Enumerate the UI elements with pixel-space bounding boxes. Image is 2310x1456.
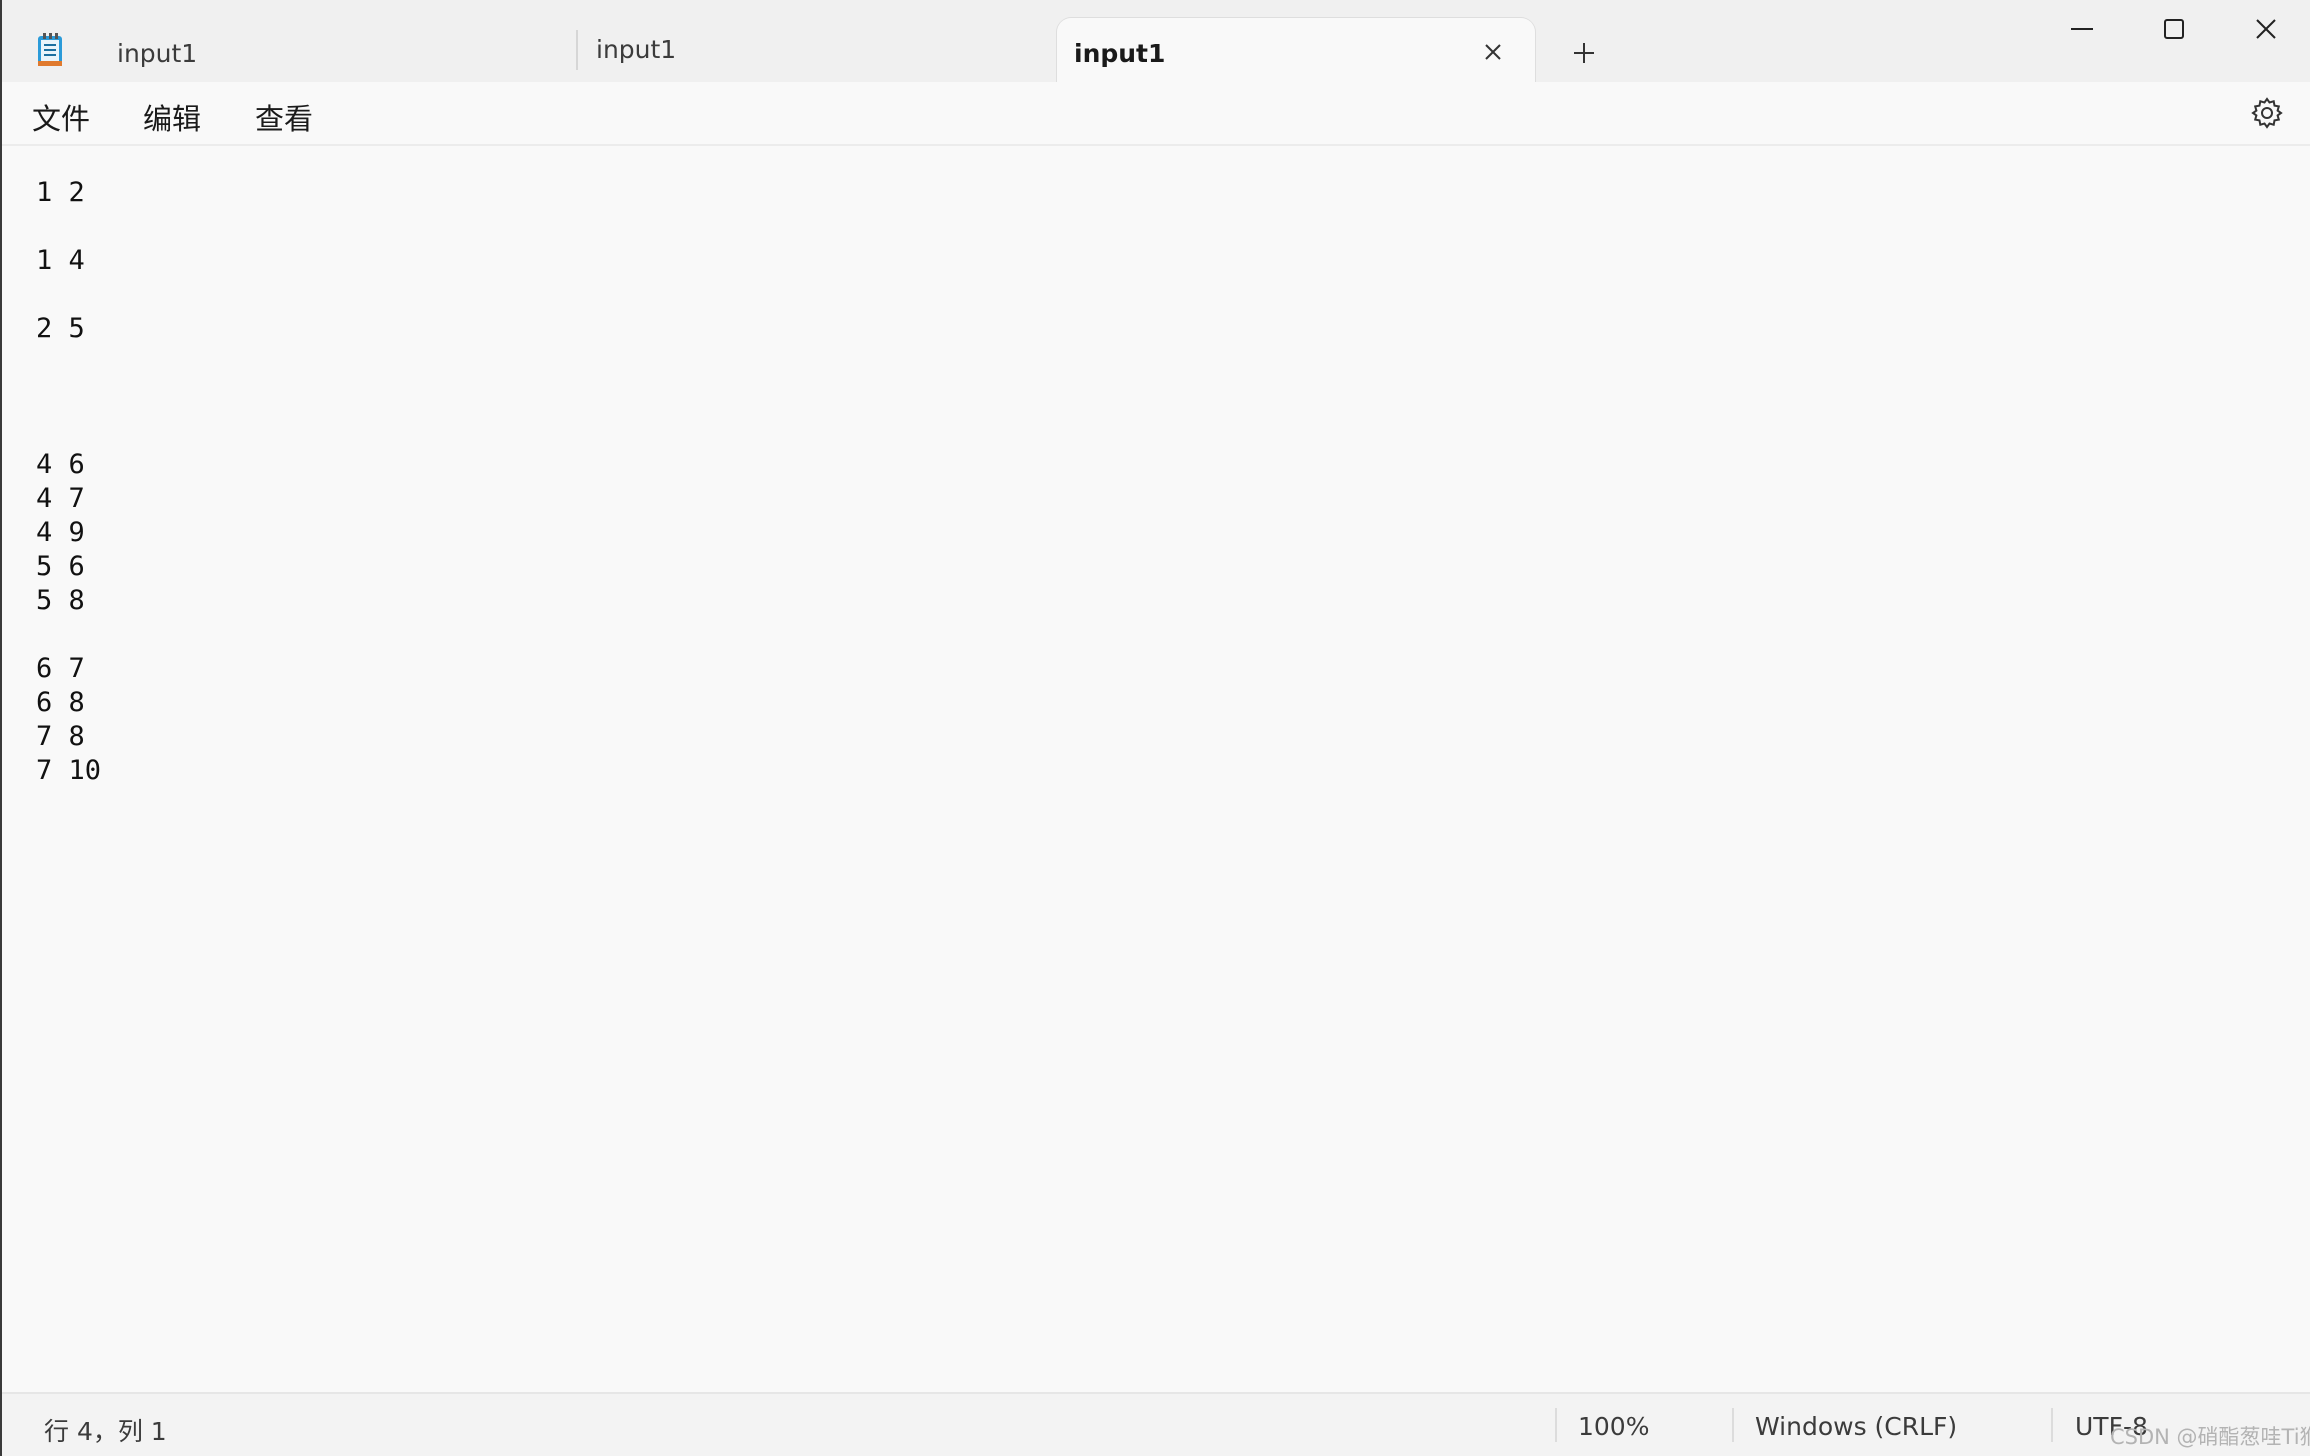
zoom-level[interactable]: 100% (1578, 1412, 1649, 1441)
maximize-button[interactable] (2128, 0, 2220, 58)
menu-edit[interactable]: 编辑 (143, 96, 201, 138)
plus-icon[interactable] (1567, 36, 1601, 70)
text-editor[interactable]: 1 2 1 4 2 5 4 6 4 7 4 9 5 6 5 8 6 7 6 8 … (2, 146, 2310, 1392)
minimize-button[interactable] (2036, 0, 2128, 58)
menu-view[interactable]: 查看 (255, 96, 313, 138)
close-window-button[interactable] (2220, 0, 2310, 58)
title-bar: input1 input1 input1 (2, 0, 2310, 82)
close-icon (2256, 19, 2276, 39)
tab-input1-first[interactable]: input1 (97, 18, 577, 82)
tab-input1-second[interactable]: input1 (576, 30, 1056, 70)
notepad-icon (38, 33, 62, 66)
notepad-window: input1 input1 input1 文件 编辑 查看 1 2 1 4 2 … (0, 0, 2310, 1456)
cursor-position: 行 4，列 1 (44, 1417, 167, 1446)
close-icon[interactable] (1481, 40, 1505, 64)
tab-label: input1 (596, 35, 677, 64)
editor-content[interactable]: 1 2 1 4 2 5 4 6 4 7 4 9 5 6 5 8 6 7 6 8 … (36, 176, 101, 788)
status-divider (1555, 1408, 1557, 1442)
maximize-icon (2164, 19, 2184, 39)
minimize-icon (2071, 28, 2093, 30)
menu-file[interactable]: 文件 (32, 96, 90, 138)
gear-icon[interactable] (2250, 96, 2284, 130)
watermark: CSDN @硝酯葱哇Ti猴 (2110, 1425, 2310, 1449)
status-divider (2051, 1408, 2053, 1442)
menu-bar: 文件 编辑 查看 (2, 82, 2310, 146)
status-divider (1732, 1408, 1734, 1442)
status-bar: 行 4，列 1 100% Windows (CRLF) UTF-8 (2, 1392, 2310, 1456)
tab-input1-active[interactable]: input1 (1057, 18, 1535, 82)
line-ending[interactable]: Windows (CRLF) (1755, 1412, 1957, 1441)
tab-label: input1 (117, 39, 198, 68)
tab-label: input1 (1074, 39, 1166, 68)
